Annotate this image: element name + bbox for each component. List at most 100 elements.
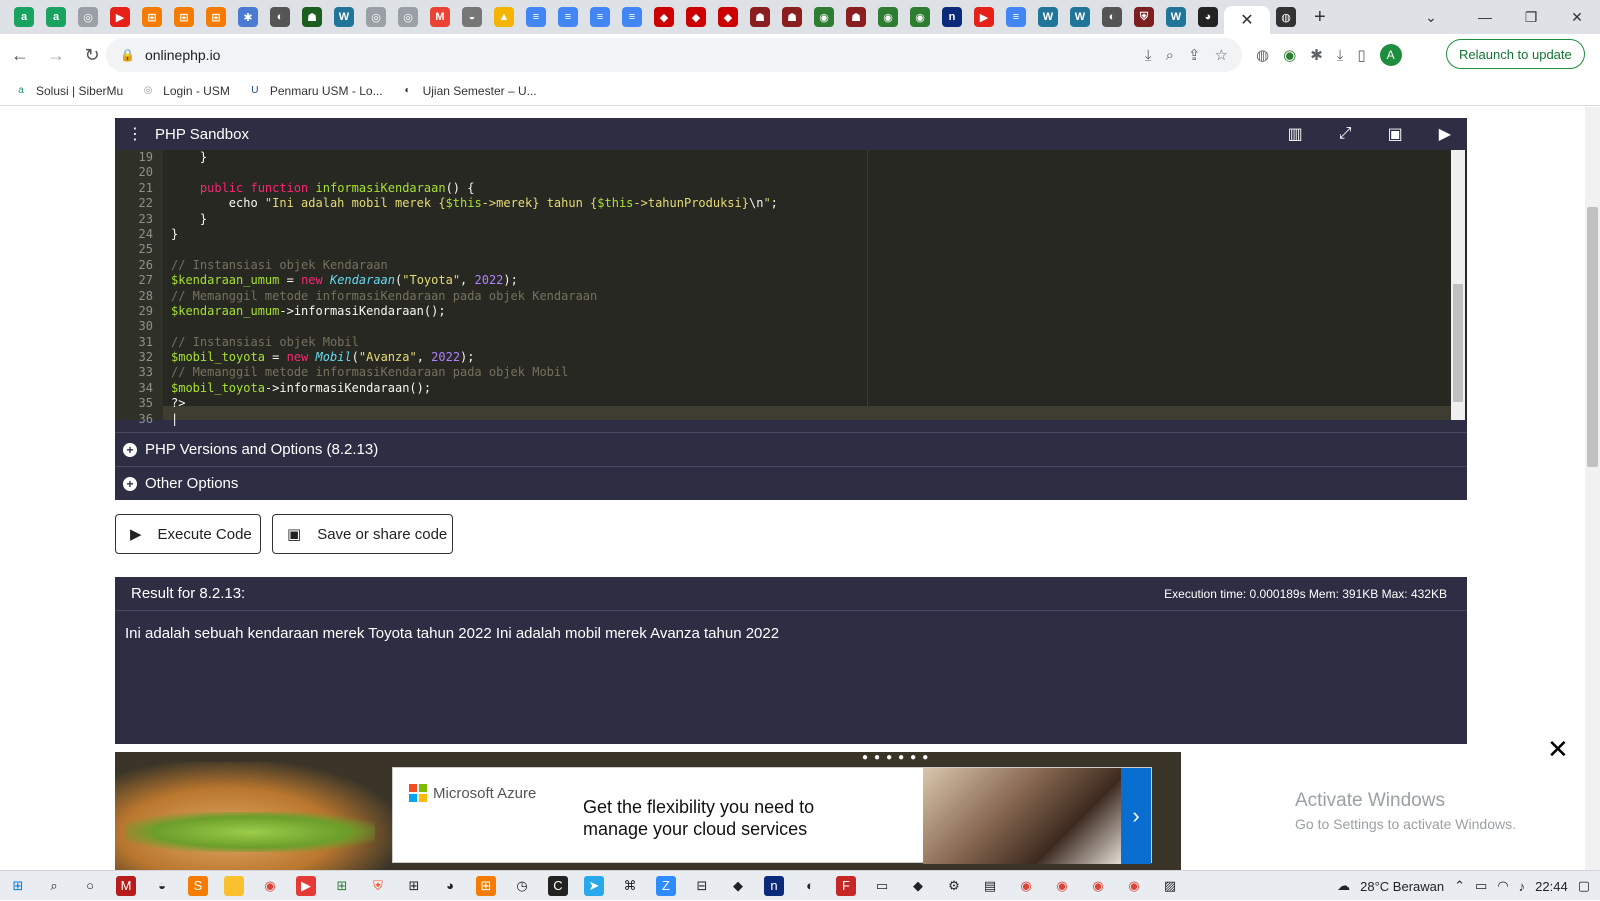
- page-scroll-thumb[interactable]: [1587, 207, 1598, 467]
- zoom-icon[interactable]: Z: [656, 875, 676, 896]
- lock-icon[interactable]: 🔒: [120, 48, 135, 62]
- search-icon[interactable]: ⌕: [44, 876, 64, 896]
- app-icon[interactable]: ⊟: [692, 876, 712, 896]
- tab-active[interactable]: ✕: [1224, 6, 1270, 34]
- app-icon[interactable]: ⊞: [332, 876, 352, 896]
- tab-favicon-icon[interactable]: ◆: [654, 7, 674, 27]
- tab-favicon-icon[interactable]: W: [1070, 7, 1090, 27]
- tab-favicon-icon[interactable]: n: [942, 7, 962, 27]
- share-icon[interactable]: ⇪: [1188, 46, 1201, 64]
- tab-favicon-icon[interactable]: ◎: [366, 7, 386, 27]
- zoom-icon[interactable]: ⌕: [1166, 47, 1174, 64]
- tab-favicon-icon[interactable]: W: [1166, 7, 1186, 27]
- tab-favicon-icon[interactable]: ◉: [878, 7, 898, 27]
- puzzle-extensions-icon[interactable]: ✱: [1310, 46, 1323, 64]
- tab-favicon-icon[interactable]: ▶: [974, 7, 994, 27]
- app-icon[interactable]: ▶: [296, 875, 316, 896]
- tab-favicon-icon[interactable]: ▶: [110, 7, 130, 27]
- app-icon[interactable]: M: [116, 875, 136, 896]
- notifications-icon[interactable]: ▢: [1578, 878, 1590, 894]
- side-panel-icon[interactable]: ▯: [1357, 46, 1365, 64]
- chrome-icon[interactable]: ◉: [260, 876, 280, 896]
- tab-favicon-icon[interactable]: W: [1038, 7, 1058, 27]
- tab-favicon-icon[interactable]: ▲: [494, 7, 514, 27]
- tab-favicon-icon[interactable]: ◆: [686, 7, 706, 27]
- forward-arrow-icon[interactable]: →: [40, 39, 72, 71]
- tab-favicon-icon[interactable]: ◐: [270, 7, 290, 27]
- tab-favicon-icon[interactable]: ✱: [238, 7, 258, 27]
- tab-favicon-icon[interactable]: ≡: [526, 7, 546, 27]
- wifi-icon[interactable]: ◠: [1497, 878, 1508, 894]
- app-icon[interactable]: ⊞: [404, 876, 424, 896]
- run-play-icon[interactable]: ▶: [1439, 124, 1451, 144]
- app-icon[interactable]: n: [764, 875, 784, 896]
- tab-favicon-icon[interactable]: ☗: [846, 7, 866, 27]
- code-editor[interactable]: 19 20 21 22 23 24 25 26 27 28 29 30 31 3…: [115, 150, 1467, 426]
- tab-favicon-icon[interactable]: ☗: [782, 7, 802, 27]
- chrome-icon[interactable]: ◉: [1052, 876, 1072, 896]
- php-versions-toggle[interactable]: + PHP Versions and Options (8.2.13): [115, 432, 1467, 466]
- azure-ad-card[interactable]: Microsoft Azure Get the flexibility you …: [392, 767, 1152, 864]
- save-disk-icon[interactable]: ▣: [1388, 124, 1403, 144]
- app-icon[interactable]: ▭: [872, 876, 892, 896]
- tab-favicon-icon[interactable]: ≡: [558, 7, 578, 27]
- tab-favicon-icon[interactable]: ≡: [1006, 7, 1026, 27]
- chrome-icon[interactable]: ◉: [1124, 876, 1144, 896]
- tab-favicon-icon[interactable]: ◍: [1276, 7, 1296, 27]
- task-view-icon[interactable]: ○: [80, 876, 100, 896]
- app-icon[interactable]: ⊞: [476, 875, 496, 896]
- url-text[interactable]: onlinephp.io: [145, 47, 221, 63]
- app-icon[interactable]: ◆: [908, 876, 928, 896]
- tab-favicon-icon[interactable]: ⛨: [1134, 7, 1154, 27]
- app-icon[interactable]: F: [836, 875, 856, 896]
- tab-favicon-icon[interactable]: ◐: [1102, 7, 1122, 27]
- extension-icon[interactable]: ◉: [1283, 46, 1296, 64]
- app-icon[interactable]: ◒: [152, 876, 172, 896]
- bookmark-item[interactable]: U Penmaru USM - Lo...: [248, 84, 382, 98]
- address-bar[interactable]: 🔒 onlinephp.io ⤓ ⌕ ⇪ ☆: [106, 38, 1242, 72]
- bookmark-star-icon[interactable]: ☆: [1215, 46, 1228, 64]
- tab-favicon-icon[interactable]: ⊞: [142, 7, 162, 27]
- editor-scrollbar[interactable]: [1451, 150, 1465, 420]
- telegram-icon[interactable]: ➤: [584, 875, 604, 896]
- minimize-icon[interactable]: —: [1462, 0, 1508, 34]
- tab-close-icon[interactable]: ✕: [1240, 10, 1253, 30]
- close-window-icon[interactable]: ✕: [1554, 0, 1600, 34]
- app-icon[interactable]: ◐: [800, 876, 820, 896]
- weather-text[interactable]: 28°C Berawan: [1360, 879, 1444, 894]
- tab-favicon-icon[interactable]: ☗: [750, 7, 770, 27]
- tab-search-chevron-down-icon[interactable]: ⌄: [1408, 0, 1454, 34]
- extension-icon[interactable]: ◍: [1256, 46, 1269, 64]
- tab-favicon-icon[interactable]: ◉: [910, 7, 930, 27]
- save-share-button[interactable]: ▣ Save or share code: [272, 514, 453, 554]
- battery-icon[interactable]: ▭: [1475, 878, 1487, 894]
- tab-favicon-icon[interactable]: ⊞: [206, 7, 226, 27]
- tab-favicon-icon[interactable]: ☗: [302, 7, 322, 27]
- advertisement-banner[interactable]: Microsoft Azure Get the flexibility you …: [115, 752, 1181, 870]
- app-icon[interactable]: ▤: [980, 876, 1000, 896]
- tab-favicon-icon[interactable]: ≡: [590, 7, 610, 27]
- downloads-icon[interactable]: ⤓: [1337, 47, 1344, 64]
- tab-favicon-icon[interactable]: ◎: [78, 7, 98, 27]
- file-explorer-icon[interactable]: [224, 875, 244, 896]
- weather-icon[interactable]: ☁: [1337, 878, 1350, 894]
- fullscreen-icon[interactable]: ⤢: [1339, 125, 1352, 143]
- clock-time[interactable]: 22:44: [1535, 879, 1568, 894]
- tab-favicon-icon[interactable]: ◒: [462, 7, 482, 27]
- app-icon[interactable]: S: [188, 875, 208, 896]
- tab-favicon-icon[interactable]: ◕: [1198, 7, 1218, 27]
- code-lines[interactable]: } public function informasiKendaraan() {…: [171, 150, 1461, 426]
- terminal-icon[interactable]: C: [548, 875, 568, 896]
- bookmark-item[interactable]: a Solusi | SiberMu: [14, 84, 123, 98]
- new-tab-button[interactable]: +: [1314, 6, 1326, 29]
- tab-favicon-icon[interactable]: ◎: [398, 7, 418, 27]
- other-options-toggle[interactable]: + Other Options: [115, 466, 1467, 500]
- clock-icon[interactable]: ◷: [512, 876, 532, 896]
- execute-code-button[interactable]: ▶ Execute Code: [115, 514, 261, 554]
- bookmark-item[interactable]: ◎ Login - USM: [141, 84, 230, 98]
- brave-icon[interactable]: ⛨: [368, 876, 388, 896]
- tab-favicon-icon[interactable]: ⊞: [174, 7, 194, 27]
- reload-icon[interactable]: ↻: [76, 39, 108, 71]
- tab-favicon-icon[interactable]: ◆: [718, 7, 738, 27]
- app-icon[interactable]: ◕: [440, 876, 460, 896]
